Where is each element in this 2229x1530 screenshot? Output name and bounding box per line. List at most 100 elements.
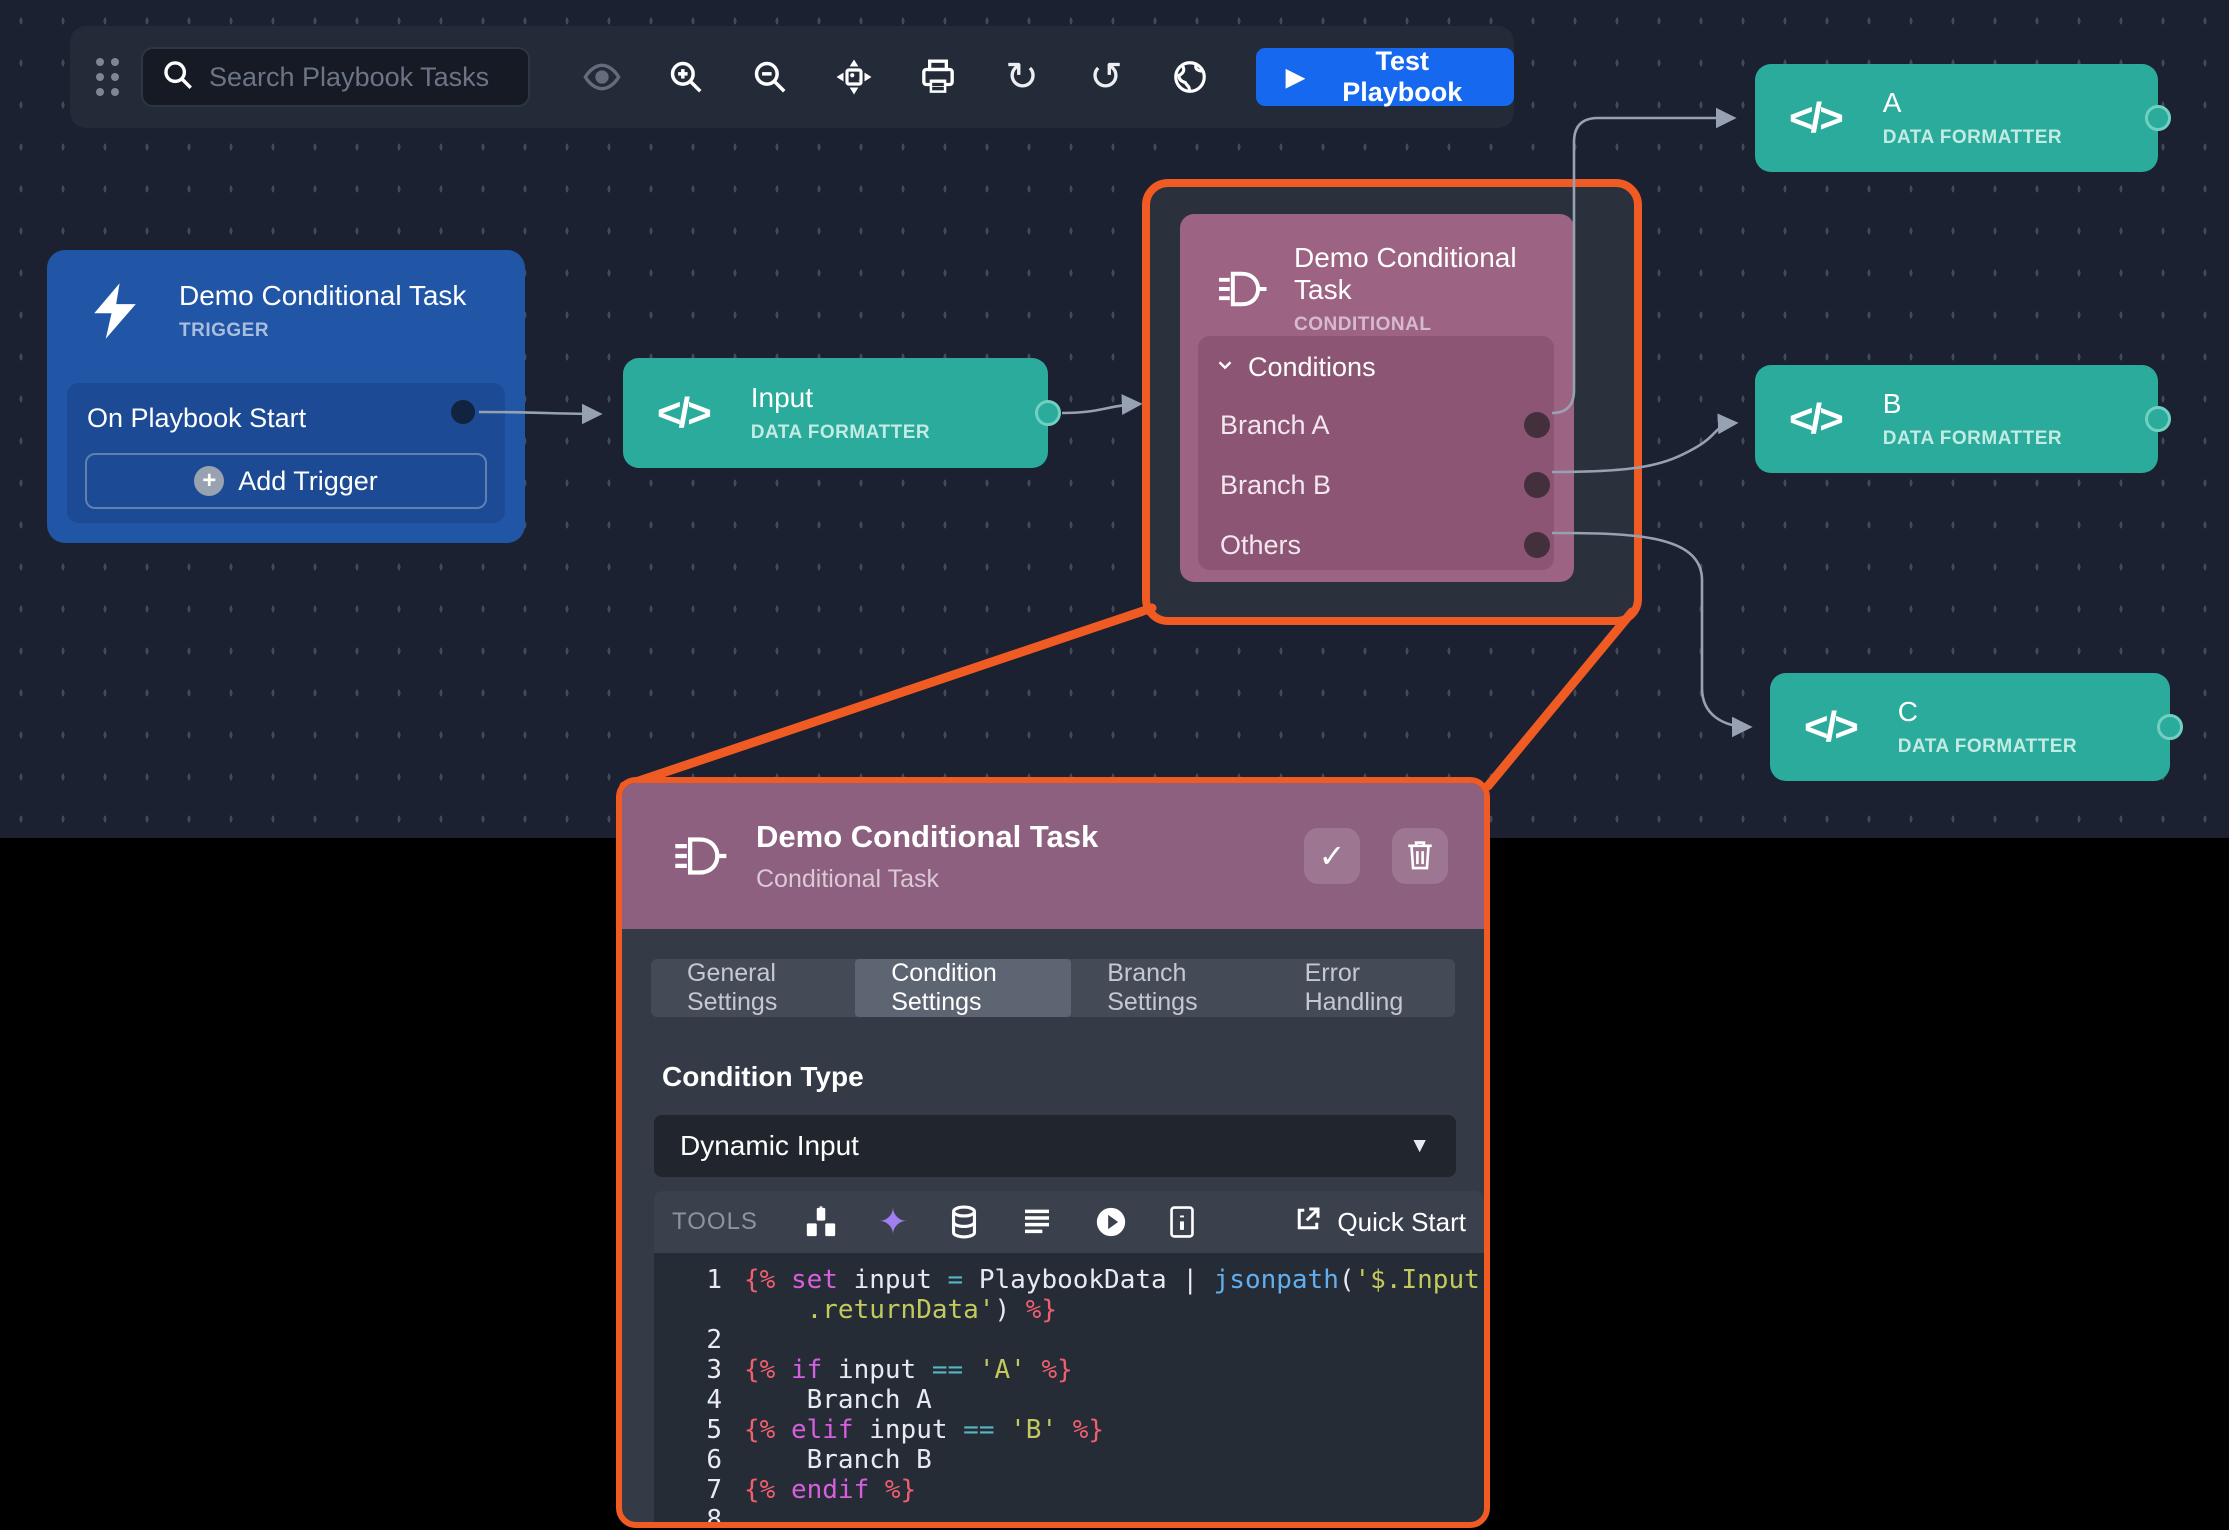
- panel-subtitle: Conditional Task: [756, 865, 1098, 894]
- branch-label: Branch B: [1220, 470, 1331, 501]
- node-title: Input: [751, 382, 930, 414]
- branch-b-port[interactable]: [1524, 472, 1550, 498]
- play-icon: ▶: [1286, 63, 1304, 92]
- selected-node-highlight: Demo Conditional Task CONDITIONAL Condit…: [1142, 179, 1642, 625]
- print-icon[interactable]: [896, 42, 980, 112]
- code-line[interactable]: .returnData') %}: [654, 1295, 1484, 1325]
- branch-a-port[interactable]: [1524, 412, 1550, 438]
- search-icon: [161, 58, 195, 97]
- node-title: B: [1883, 388, 2062, 420]
- database-icon[interactable]: [948, 1205, 980, 1239]
- selected-value: Dynamic Input: [680, 1130, 859, 1162]
- delete-button[interactable]: [1392, 828, 1448, 884]
- globe-icon[interactable]: [1148, 42, 1232, 112]
- ai-sparkle-icon[interactable]: ✦: [878, 1204, 908, 1240]
- branch-row[interactable]: Branch A: [1198, 395, 1554, 455]
- code-line[interactable]: 7{% endif %}: [654, 1475, 1484, 1505]
- conditions-list: Conditions Branch A Branch B Others: [1198, 336, 1554, 570]
- add-trigger-button[interactable]: + Add Trigger: [85, 453, 487, 509]
- code-line[interactable]: 5{% elif input == 'B' %}: [654, 1415, 1484, 1445]
- check-icon: ✓: [1319, 837, 1346, 875]
- node-trigger[interactable]: Demo Conditional Task TRIGGER On Playboo…: [47, 250, 525, 543]
- node-type-label: DATA FORMATTER: [1883, 428, 2062, 450]
- trash-icon: [1404, 838, 1436, 875]
- dropdown-caret-icon: ▼: [1409, 1134, 1430, 1158]
- code-icon: </>: [1789, 395, 1841, 443]
- zoom-out-icon[interactable]: [728, 42, 812, 112]
- output-port[interactable]: [2145, 105, 2171, 131]
- panel-header: Demo Conditional Task Conditional Task ✓: [622, 783, 1484, 929]
- settings-tabs: General Settings Condition Settings Bran…: [651, 959, 1455, 1017]
- confirm-button[interactable]: ✓: [1304, 828, 1360, 884]
- tab-general-settings[interactable]: General Settings: [651, 959, 855, 1017]
- code-lines: 1{% set input = PlaybookData | jsonpath(…: [654, 1253, 1484, 1522]
- branch-label: Others: [1220, 530, 1301, 561]
- code-line[interactable]: 3{% if input == 'A' %}: [654, 1355, 1484, 1385]
- code-line[interactable]: 1{% set input = PlaybookData | jsonpath(…: [654, 1265, 1484, 1295]
- node-c[interactable]: </> C DATA FORMATTER: [1770, 673, 2170, 781]
- code-icon: </>: [657, 389, 709, 437]
- quick-start-link[interactable]: Quick Start: [1293, 1204, 1466, 1241]
- code-line[interactable]: 4 Branch A: [654, 1385, 1484, 1415]
- chevron-down-icon: [1214, 352, 1236, 383]
- code-line[interactable]: 2: [654, 1325, 1484, 1355]
- tab-branch-settings[interactable]: Branch Settings: [1071, 959, 1268, 1017]
- redo-icon[interactable]: ↻: [980, 42, 1064, 112]
- condition-type-select[interactable]: Dynamic Input ▼: [654, 1115, 1456, 1177]
- conditional-gate-icon: [1216, 263, 1268, 315]
- node-title: Demo Conditional Task: [179, 280, 466, 312]
- undo-icon[interactable]: ↺: [1064, 42, 1148, 112]
- align-lines-icon[interactable]: [1020, 1206, 1054, 1238]
- panel-title: Demo Conditional Task: [756, 819, 1098, 855]
- trigger-step[interactable]: On Playbook Start + Add Trigger: [67, 383, 505, 523]
- conditional-gate-icon: [672, 828, 728, 884]
- external-link-icon: [1293, 1204, 1323, 1241]
- node-b[interactable]: </> B DATA FORMATTER: [1755, 365, 2158, 473]
- run-play-icon[interactable]: [1094, 1205, 1128, 1239]
- branch-row[interactable]: Branch B: [1198, 455, 1554, 515]
- branch-row[interactable]: Others: [1198, 515, 1554, 575]
- expression-editor: TOOLS ✦: [654, 1191, 1484, 1522]
- plus-icon: +: [194, 466, 224, 496]
- search-box[interactable]: [141, 47, 530, 107]
- search-input[interactable]: [209, 62, 510, 93]
- playbook-designer: ↻ ↺ ▶ Test Playbook: [0, 0, 2229, 1530]
- workflow-canvas[interactable]: ↻ ↺ ▶ Test Playbook: [0, 0, 2229, 838]
- output-port[interactable]: [2145, 406, 2171, 432]
- preview-eye-icon[interactable]: [560, 42, 644, 112]
- others-port[interactable]: [1524, 532, 1550, 558]
- node-title: Demo Conditional Task: [1294, 242, 1554, 306]
- conditions-header[interactable]: Conditions: [1198, 336, 1554, 383]
- node-a[interactable]: </> A DATA FORMATTER: [1755, 64, 2158, 172]
- code-line[interactable]: 8: [654, 1505, 1484, 1522]
- canvas-toolbar: ↻ ↺ ▶ Test Playbook: [70, 26, 1514, 128]
- fit-view-icon[interactable]: [812, 42, 896, 112]
- tab-error-handling[interactable]: Error Handling: [1269, 959, 1455, 1017]
- editor-toolbar: TOOLS ✦: [654, 1191, 1484, 1253]
- steps-blocks-icon[interactable]: [804, 1205, 838, 1239]
- trigger-output-port[interactable]: [451, 400, 475, 424]
- node-type-label: DATA FORMATTER: [751, 422, 930, 444]
- code-line[interactable]: 6 Branch B: [654, 1445, 1484, 1475]
- condition-type-label: Condition Type: [662, 1061, 1484, 1093]
- node-type-label: CONDITIONAL: [1294, 314, 1554, 336]
- node-title: C: [1898, 696, 2077, 728]
- lightning-icon: [87, 281, 143, 341]
- output-port[interactable]: [2157, 714, 2183, 740]
- node-title: A: [1883, 87, 2062, 119]
- tools-label: TOOLS: [672, 1208, 758, 1236]
- node-type-label: DATA FORMATTER: [1898, 736, 2077, 758]
- trigger-step-label: On Playbook Start: [67, 383, 505, 434]
- zoom-in-icon[interactable]: [644, 42, 728, 112]
- node-type-label: DATA FORMATTER: [1883, 127, 2062, 149]
- code-icon: </>: [1804, 703, 1856, 751]
- tab-condition-settings[interactable]: Condition Settings: [855, 959, 1071, 1017]
- output-port[interactable]: [1035, 400, 1061, 426]
- drag-grip-icon[interactable]: [96, 58, 119, 96]
- code-icon: </>: [1789, 94, 1841, 142]
- node-input[interactable]: </> Input DATA FORMATTER: [623, 358, 1048, 468]
- doc-info-icon[interactable]: [1168, 1205, 1196, 1239]
- node-type-label: TRIGGER: [179, 320, 466, 342]
- test-playbook-button[interactable]: ▶ Test Playbook: [1256, 48, 1514, 106]
- node-conditional[interactable]: Demo Conditional Task CONDITIONAL Condit…: [1180, 214, 1574, 582]
